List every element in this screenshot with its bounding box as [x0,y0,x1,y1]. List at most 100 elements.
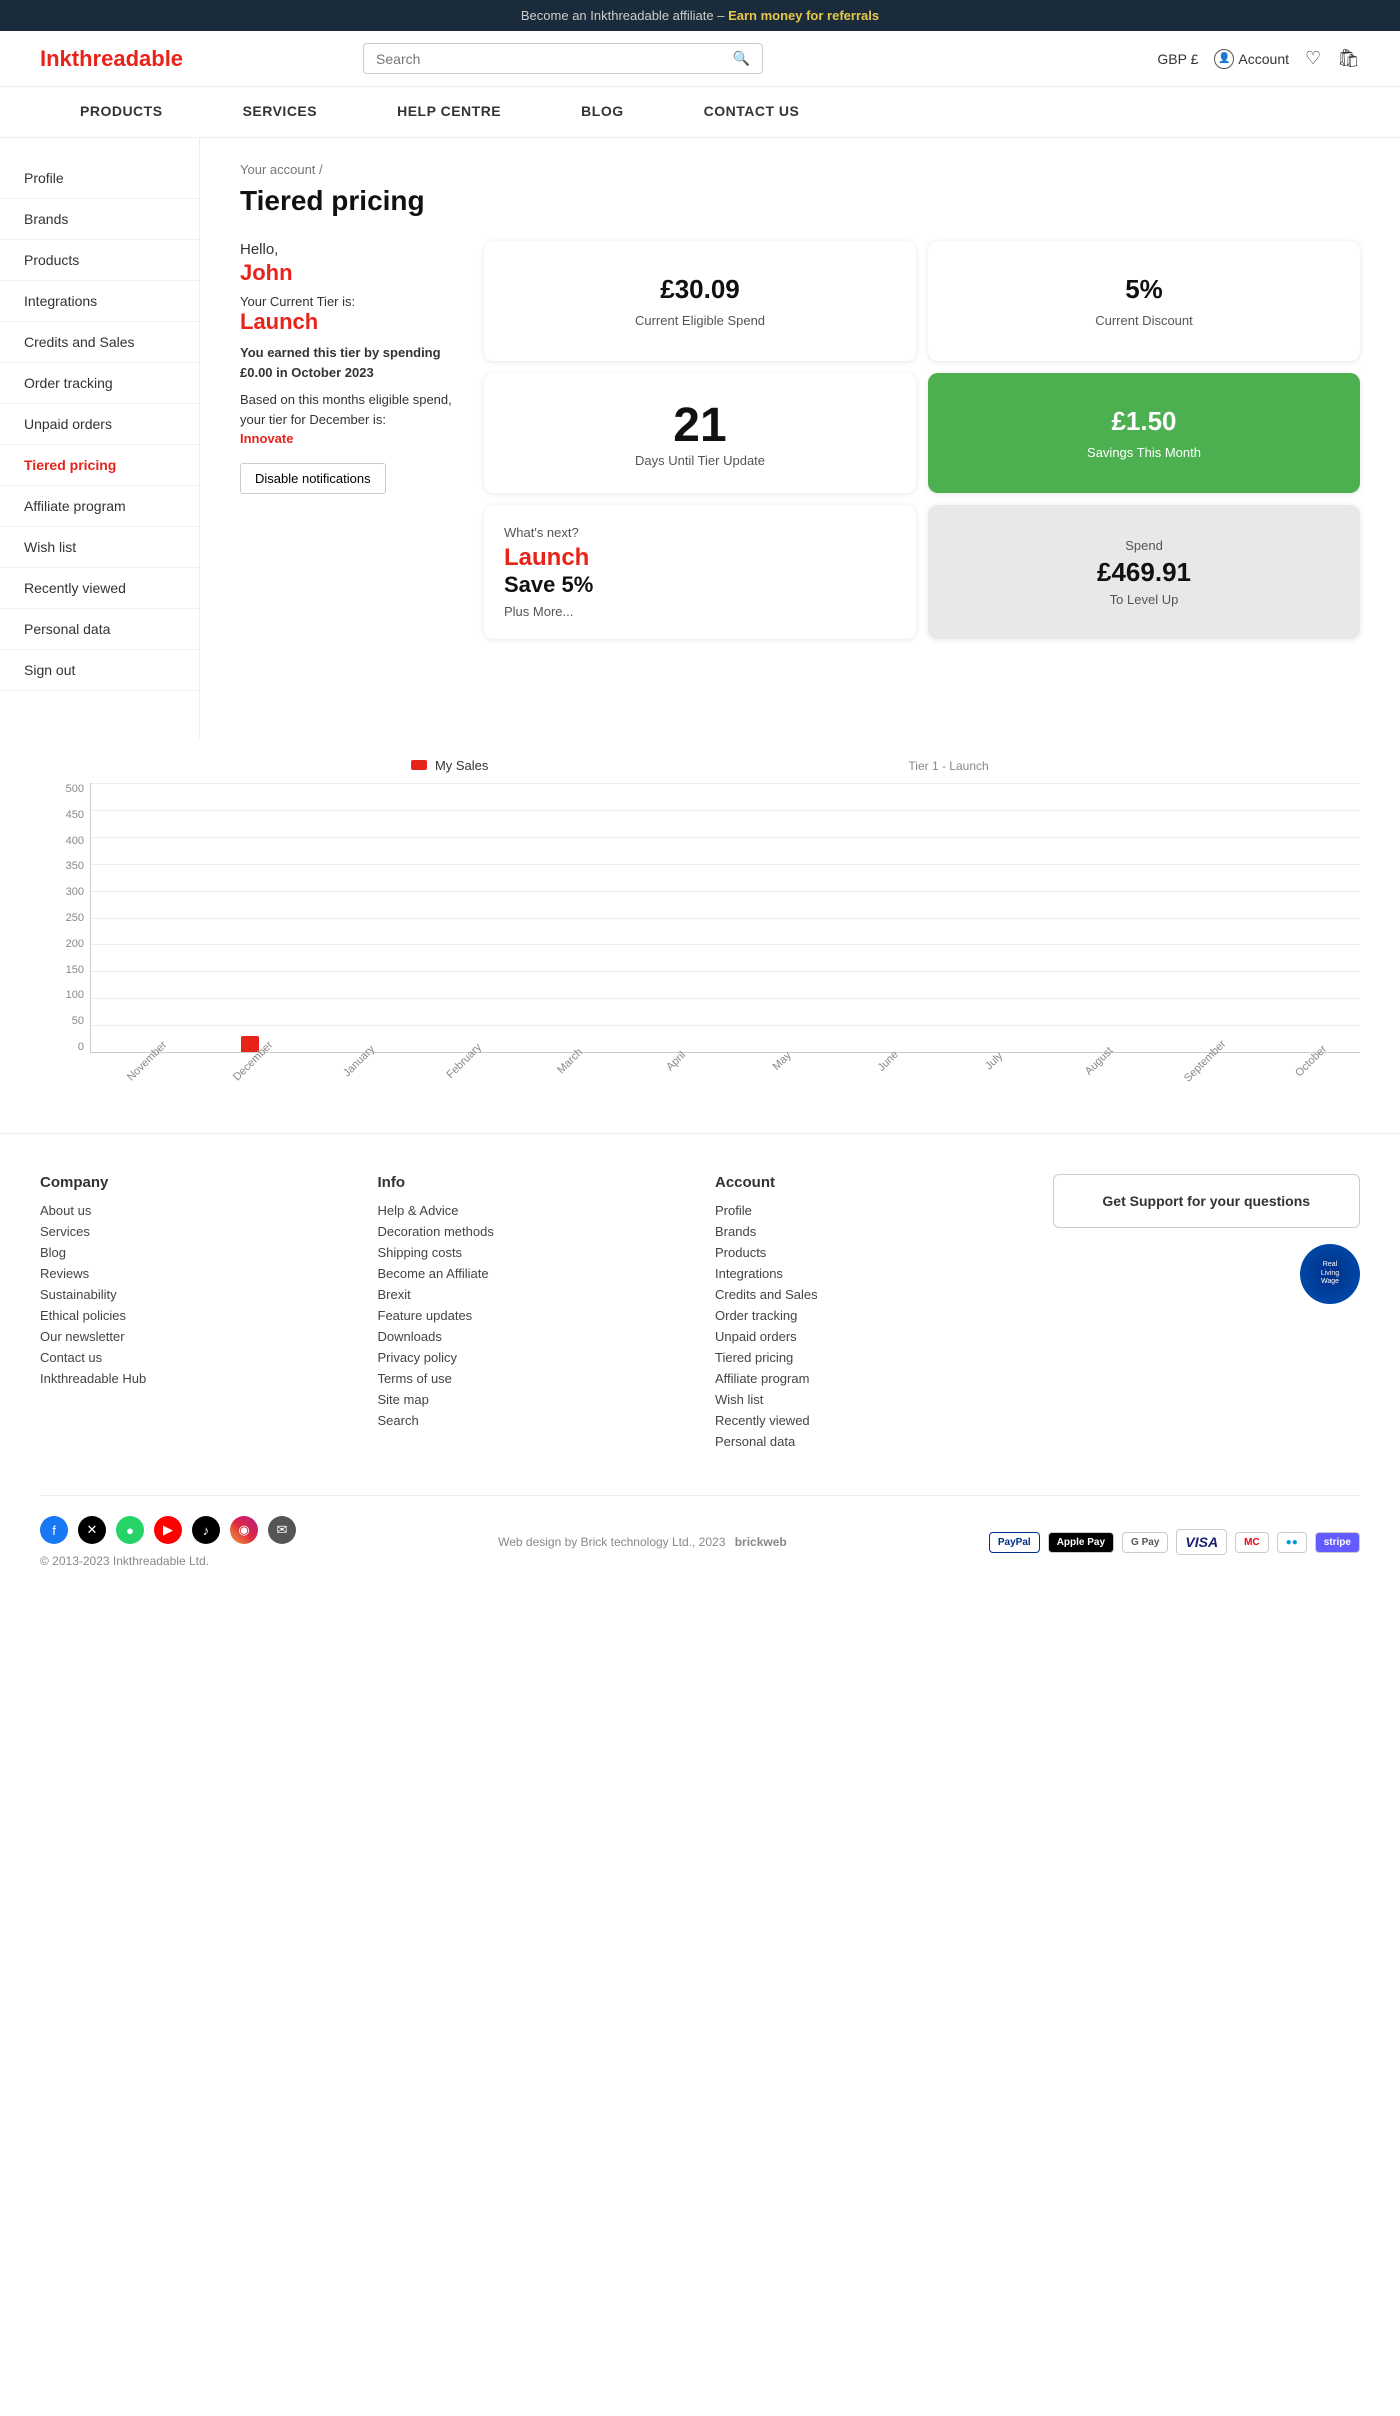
footer-link-become-affiliate[interactable]: Become an Affiliate [378,1266,686,1281]
footer-info-heading: Info [378,1174,686,1191]
breadcrumb-parent[interactable]: Your account [240,162,315,177]
nav-item-services[interactable]: SERVICES [203,87,358,137]
footer-link-profile[interactable]: Profile [715,1203,1023,1218]
footer-link-products[interactable]: Products [715,1245,1023,1260]
footer-link-integrations[interactable]: Integrations [715,1266,1023,1281]
maestro-icon: ●● [1277,1532,1307,1553]
footer-link-downloads[interactable]: Downloads [378,1329,686,1344]
eligible-spend-value: £30.09 [660,274,740,305]
footer-link-wishlist[interactable]: Wish list [715,1392,1023,1407]
twitter-icon[interactable]: ✕ [78,1516,106,1544]
whatsapp-icon[interactable]: ● [116,1516,144,1544]
sidebar-item-personal-data[interactable]: Personal data [0,609,199,650]
sidebar-item-profile[interactable]: Profile [0,158,199,199]
footer-link-reviews[interactable]: Reviews [40,1266,348,1281]
footer-link-credits[interactable]: Credits and Sales [715,1287,1023,1302]
sidebar-item-affiliate[interactable]: Affiliate program [0,486,199,527]
footer-link-feature[interactable]: Feature updates [378,1308,686,1323]
living-wage-badge: RealLivingWage [1300,1244,1360,1304]
sidebar-item-products[interactable]: Products [0,240,199,281]
legend-label-sales: My Sales [435,758,488,773]
footer-col-company: Company About us Services Blog Reviews S… [40,1174,348,1455]
footer-link-about[interactable]: About us [40,1203,348,1218]
footer-link-help[interactable]: Help & Advice [378,1203,686,1218]
footer-link-decoration[interactable]: Decoration methods [378,1224,686,1239]
tiered-content: Hello, John Your Current Tier is: Launch… [240,241,1360,639]
footer-link-privacy[interactable]: Privacy policy [378,1350,686,1365]
nav-item-products[interactable]: PRODUCTS [40,87,203,137]
footer-link-unpaid[interactable]: Unpaid orders [715,1329,1023,1344]
footer-col-info: Info Help & Advice Decoration methods Sh… [378,1174,686,1455]
stripe-icon: stripe [1315,1532,1360,1553]
search-icon[interactable]: 🔍 [733,50,750,67]
footer-link-brexit[interactable]: Brexit [378,1287,686,1302]
payment-icons: PayPal Apple Pay G Pay VISA MC ●● stripe [989,1529,1360,1555]
nav-item-help[interactable]: HELP CENTRE [357,87,541,137]
discount-value: 5% [1125,274,1163,305]
footer-bottom: f ✕ ● ▶ ♪ ◉ ✉ © 2013-2023 Inkthreadable … [40,1495,1360,1568]
days-label: Days Until Tier Update [635,453,765,468]
footer-link-sitemap[interactable]: Site map [378,1392,686,1407]
tier-info-column: Hello, John Your Current Tier is: Launch… [240,241,460,494]
email-icon[interactable]: ✉ [268,1516,296,1544]
disable-notifications-button[interactable]: Disable notifications [240,463,386,494]
footer-col-support: Get Support for your questions RealLivin… [1053,1174,1361,1455]
main-nav: PRODUCTS SERVICES HELP CENTRE BLOG CONTA… [0,87,1400,138]
instagram-icon[interactable]: ◉ [230,1516,258,1544]
footer-link-brands[interactable]: Brands [715,1224,1023,1239]
footer-link-tiered[interactable]: Tiered pricing [715,1350,1023,1365]
footer-link-services[interactable]: Services [40,1224,348,1239]
banner-link[interactable]: Earn money for referrals [728,8,879,23]
footer-col-account: Account Profile Brands Products Integrat… [715,1174,1023,1455]
wishlist-icon[interactable]: ♡ [1305,48,1321,69]
footer-link-recently[interactable]: Recently viewed [715,1413,1023,1428]
cart-icon[interactable]: 🛍 [1337,48,1360,69]
footer-link-search[interactable]: Search [378,1413,686,1428]
chart-grid [91,783,1360,1052]
whats-next-title: What's next? [504,525,579,540]
youtube-icon[interactable]: ▶ [154,1516,182,1544]
tiktok-icon[interactable]: ♪ [192,1516,220,1544]
footer-link-newsletter[interactable]: Our newsletter [40,1329,348,1344]
footer-link-sustainability[interactable]: Sustainability [40,1287,348,1302]
facebook-icon[interactable]: f [40,1516,68,1544]
footer-link-personal[interactable]: Personal data [715,1434,1023,1449]
sidebar-item-tiered-pricing[interactable]: Tiered pricing [0,445,199,486]
discount-label: Current Discount [1095,313,1193,328]
sidebar-item-wish-list[interactable]: Wish list [0,527,199,568]
footer-link-blog[interactable]: Blog [40,1245,348,1260]
sidebar-item-order-tracking[interactable]: Order tracking [0,363,199,404]
sidebar-item-credits[interactable]: Credits and Sales [0,322,199,363]
sidebar-item-brands[interactable]: Brands [0,199,199,240]
nav-item-contact[interactable]: CONTACT US [664,87,840,137]
footer: Company About us Services Blog Reviews S… [0,1133,1400,1588]
sidebar-item-integrations[interactable]: Integrations [0,281,199,322]
page-title: Tiered pricing [240,185,1360,217]
sidebar-item-sign-out[interactable]: Sign out [0,650,199,691]
footer-link-shipping[interactable]: Shipping costs [378,1245,686,1260]
nav-item-blog[interactable]: BLOG [541,87,663,137]
footer-link-contact[interactable]: Contact us [40,1350,348,1365]
footer-link-terms[interactable]: Terms of use [378,1371,686,1386]
december-tier: Innovate [240,431,293,446]
apple-pay-icon: Apple Pay [1048,1532,1114,1553]
search-input[interactable] [376,51,733,67]
search-bar[interactable]: 🔍 [363,43,763,74]
footer-link-hub[interactable]: Inkthreadable Hub [40,1371,348,1386]
footer-link-affiliate-prog[interactable]: Affiliate program [715,1371,1023,1386]
support-box[interactable]: Get Support for your questions [1053,1174,1361,1228]
legend-tier-label: Tier 1 - Launch [908,759,988,773]
sidebar-item-unpaid-orders[interactable]: Unpaid orders [0,404,199,445]
eligible-spend-label: Current Eligible Spend [635,313,765,328]
footer-link-ethical[interactable]: Ethical policies [40,1308,348,1323]
account-button[interactable]: 👤 Account [1214,49,1289,69]
sidebar: Profile Brands Products Integrations Cre… [0,138,200,738]
logo[interactable]: Inkthreadable [40,46,183,72]
sidebar-item-recently-viewed[interactable]: Recently viewed [0,568,199,609]
footer-link-order-tracking[interactable]: Order tracking [715,1308,1023,1323]
currency-selector[interactable]: GBP £ [1157,51,1198,67]
paypal-icon: PayPal [989,1532,1040,1553]
legend-dot-sales [411,760,427,770]
current-tier-label: Your Current Tier is: [240,294,460,309]
level-up-spend-label: Spend [1125,538,1163,553]
